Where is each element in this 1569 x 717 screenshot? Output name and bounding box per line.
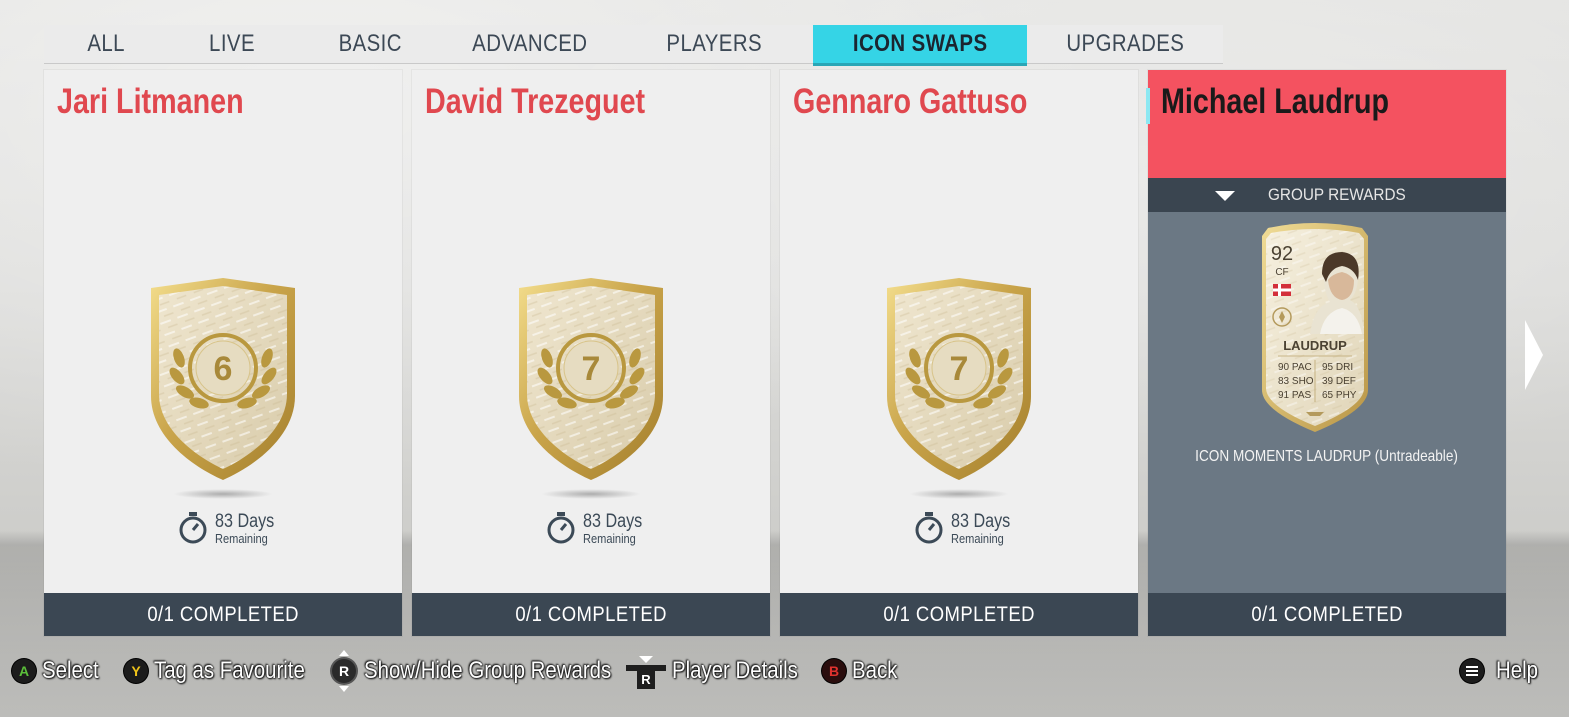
hint-show-hide-group-rewards[interactable]: R Show/Hide Group Rewards xyxy=(330,650,655,692)
timer: 83 Days Remaining xyxy=(177,508,285,548)
menu-button-icon xyxy=(1460,659,1484,683)
stopwatch-icon xyxy=(915,512,943,544)
sbc-shield-badge: 7 xyxy=(887,278,1031,480)
group-rewards-label: GROUP REWARDS xyxy=(1268,185,1406,204)
next-page-arrow-icon[interactable] xyxy=(1523,318,1545,392)
sbc-card-litmanen[interactable]: Jari Litmanen 6 83 Days Remaining 0/1 CO… xyxy=(44,70,402,636)
svg-text:CF: CF xyxy=(1275,267,1288,278)
remaining-label: Remaining xyxy=(583,530,636,546)
timer: 83 Days Remaining xyxy=(545,508,653,548)
timer: 83 Days Remaining xyxy=(913,508,1021,548)
hint-help[interactable]: Help xyxy=(1460,650,1545,692)
badge-shadow xyxy=(909,489,1009,499)
card-title: Michael Laudrup xyxy=(1161,82,1390,121)
days-count: 83 Days xyxy=(215,510,275,532)
stopwatch-icon xyxy=(179,512,207,544)
group-rewards-toggle[interactable]: GROUP REWARDS xyxy=(1148,178,1506,212)
tab-advanced[interactable]: ADVANCED xyxy=(444,25,616,63)
days-count: 83 Days xyxy=(583,510,643,532)
reward-item-name: ICON MOMENTS LAUDRUP (Untradeable) xyxy=(1195,448,1459,465)
hint-back[interactable]: B Back xyxy=(822,650,905,692)
card-title: David Trezeguet xyxy=(425,82,646,121)
player-item-card: 92 CF LAUDRUP 90 PAC 83 SHO 91 PAS 95 DR… xyxy=(1262,223,1368,432)
hint-select[interactable]: A Select xyxy=(12,650,109,692)
sbc-shield-badge: 6 xyxy=(151,278,295,480)
badge-number: 6 xyxy=(214,350,233,388)
remaining-label: Remaining xyxy=(951,530,1004,546)
completion-status: 0/1 COMPLETED xyxy=(780,593,1138,636)
right-stick-press-icon: R xyxy=(626,650,666,692)
sbc-card-laudrup-selected[interactable]: Michael Laudrup GROUP REWARDS 92 CF LAUD… xyxy=(1146,70,1506,636)
category-tabs: ALL LIVE BASIC ADVANCED PLAYERS ICON SWA… xyxy=(44,25,1223,66)
y-button-icon: Y xyxy=(124,659,148,683)
svg-text:92: 92 xyxy=(1271,243,1293,265)
badge-shadow xyxy=(541,489,641,499)
stopwatch-icon xyxy=(547,512,575,544)
card-title: Jari Litmanen xyxy=(57,82,244,121)
svg-text:90 PAC: 90 PAC xyxy=(1278,362,1312,373)
sbc-card-trezeguet[interactable]: David Trezeguet 7 83 Days Remaining 0/1 … xyxy=(412,70,770,636)
tab-upgrades[interactable]: UPGRADES xyxy=(1027,25,1223,63)
tab-players[interactable]: PLAYERS xyxy=(616,25,813,63)
tab-all[interactable]: ALL xyxy=(44,25,169,63)
card-title: Gennaro Gattuso xyxy=(793,82,1028,121)
badge-shadow xyxy=(173,489,273,499)
completion-status: 0/1 COMPLETED xyxy=(1148,593,1506,636)
badge-number: 7 xyxy=(950,350,969,388)
right-stick-icon: R xyxy=(330,650,358,692)
hint-player-details[interactable]: R Player Details xyxy=(626,650,820,692)
tab-basic[interactable]: BASIC xyxy=(296,25,444,63)
sbc-shield-badge: 7 xyxy=(519,278,663,480)
svg-text:95 DRI: 95 DRI xyxy=(1322,362,1353,373)
badge-number: 7 xyxy=(582,350,601,388)
selection-accent xyxy=(1146,88,1150,124)
svg-text:LAUDRUP: LAUDRUP xyxy=(1283,338,1347,353)
denmark-flag-icon xyxy=(1273,284,1291,296)
b-button-icon: B xyxy=(822,659,846,683)
remaining-label: Remaining xyxy=(215,530,268,546)
completion-status: 0/1 COMPLETED xyxy=(412,593,770,636)
sbc-card-gattuso[interactable]: Gennaro Gattuso 7 83 Days Remaining 0/1 … xyxy=(780,70,1138,636)
tab-live[interactable]: LIVE xyxy=(169,25,296,63)
hint-tag-favourite[interactable]: Y Tag as Favourite xyxy=(124,650,331,692)
triangle-down-icon xyxy=(1215,191,1235,201)
controller-help-bar: A Select Y Tag as Favourite R Show/Hide … xyxy=(0,650,1569,692)
completion-status: 0/1 COMPLETED xyxy=(44,593,402,636)
svg-text:91 PAS: 91 PAS xyxy=(1278,390,1311,401)
tab-icon-swaps[interactable]: ICON SWAPS xyxy=(813,25,1027,66)
svg-text:39 DEF: 39 DEF xyxy=(1322,376,1356,387)
selected-card-header: Michael Laudrup xyxy=(1146,70,1506,178)
svg-text:65 PHY: 65 PHY xyxy=(1322,390,1357,401)
svg-text:83 SHO: 83 SHO xyxy=(1278,376,1314,387)
a-button-icon: A xyxy=(12,659,36,683)
days-count: 83 Days xyxy=(951,510,1011,532)
